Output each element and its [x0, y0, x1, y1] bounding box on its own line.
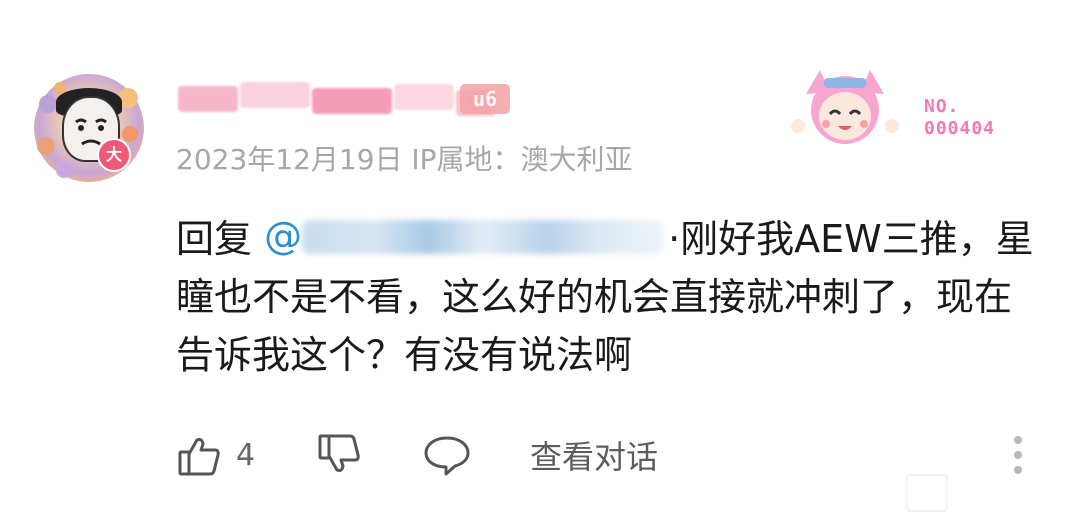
- comment-text-first: ·刚好我AEW三: [668, 217, 920, 261]
- dislike-button[interactable]: [316, 430, 362, 480]
- view-conversation-button[interactable]: 查看对话: [530, 430, 658, 480]
- avatar-level-badge: 大: [97, 138, 131, 172]
- comment-bubble-icon: [424, 436, 470, 476]
- comment-meta: 2023年12月19日 IP属地：澳大利亚: [176, 143, 633, 176]
- view-conversation-label: 查看对话: [530, 438, 659, 476]
- comment-actions: 4 查看对话: [176, 430, 1056, 480]
- thumbs-down-icon: [318, 434, 360, 472]
- comment-body: 回复 @ ·刚好我AEW三推，星瞳也不是不看，这么好的机会直接就冲刺了，现在告诉我…: [176, 210, 1036, 384]
- sticker-number-label: NO. 000404: [924, 96, 996, 139]
- more-options-button[interactable]: [1008, 430, 1028, 480]
- user-level-tag: u6: [460, 84, 510, 114]
- user-avatar[interactable]: [34, 74, 144, 182]
- fan-sticker-image: [786, 64, 904, 156]
- like-count: 4: [236, 437, 256, 473]
- thumbs-up-icon: [178, 438, 220, 476]
- watermark-icon: [906, 474, 948, 512]
- like-button[interactable]: 4: [176, 430, 255, 480]
- reply-button[interactable]: [422, 430, 472, 480]
- reply-prefix: 回复: [176, 217, 265, 261]
- mention-user-link[interactable]: @: [264, 214, 668, 258]
